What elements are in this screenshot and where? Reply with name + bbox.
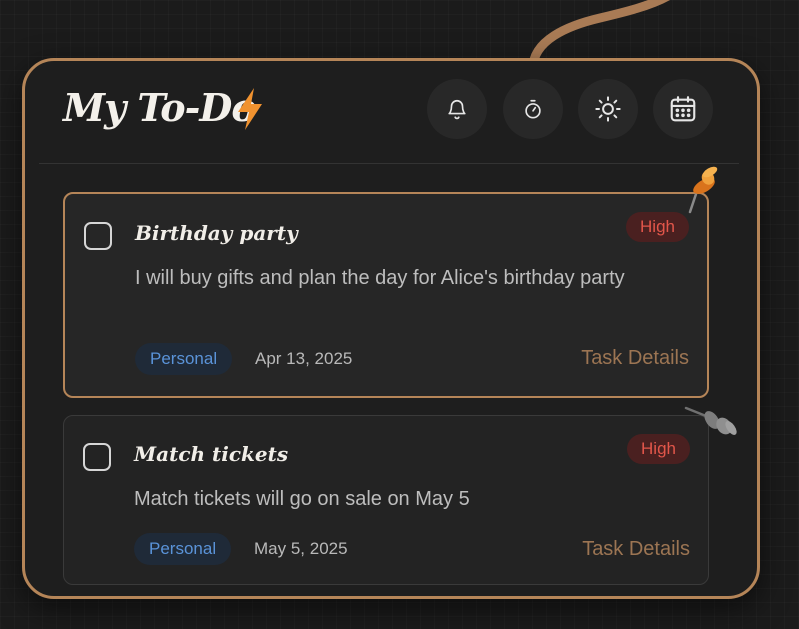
calendar-icon: [670, 96, 696, 122]
task-title: Birthday party: [135, 221, 298, 245]
app-title: My To-Do: [63, 85, 257, 130]
theme-toggle-button[interactable]: [578, 79, 638, 139]
task-description: I will buy gifts and plan the day for Al…: [135, 267, 625, 289]
todo-card: My To-Do Birthday party High I will buy …: [22, 58, 760, 599]
due-date: Apr 13, 2025: [255, 349, 353, 368]
notifications-button[interactable]: [427, 79, 487, 139]
bell-icon: [448, 100, 466, 120]
calendar-button[interactable]: [653, 79, 713, 139]
header-divider: [39, 163, 739, 164]
task-checkbox[interactable]: [83, 443, 111, 471]
task-card[interactable]: Birthday party High I will buy gifts and…: [63, 192, 709, 398]
category-tag[interactable]: Personal: [134, 533, 232, 565]
due-date: May 5, 2025: [254, 539, 348, 558]
timer-icon: [525, 99, 541, 119]
task-details-link[interactable]: Task Details: [582, 533, 690, 565]
task-description: Match tickets will go on sale on May 5: [134, 488, 470, 510]
priority-badge: High: [627, 434, 690, 464]
header: My To-Do: [25, 61, 757, 165]
category-tag[interactable]: Personal: [135, 343, 233, 375]
task-details-link[interactable]: Task Details: [581, 342, 689, 374]
task-checkbox[interactable]: [84, 222, 112, 250]
task-title: Match tickets: [134, 442, 289, 466]
priority-badge: High: [626, 212, 689, 242]
lightning-bolt-icon: [238, 88, 262, 130]
task-card[interactable]: Match tickets High Match tickets will go…: [63, 415, 709, 585]
sun-icon: [595, 96, 621, 122]
timer-button[interactable]: [503, 79, 563, 139]
